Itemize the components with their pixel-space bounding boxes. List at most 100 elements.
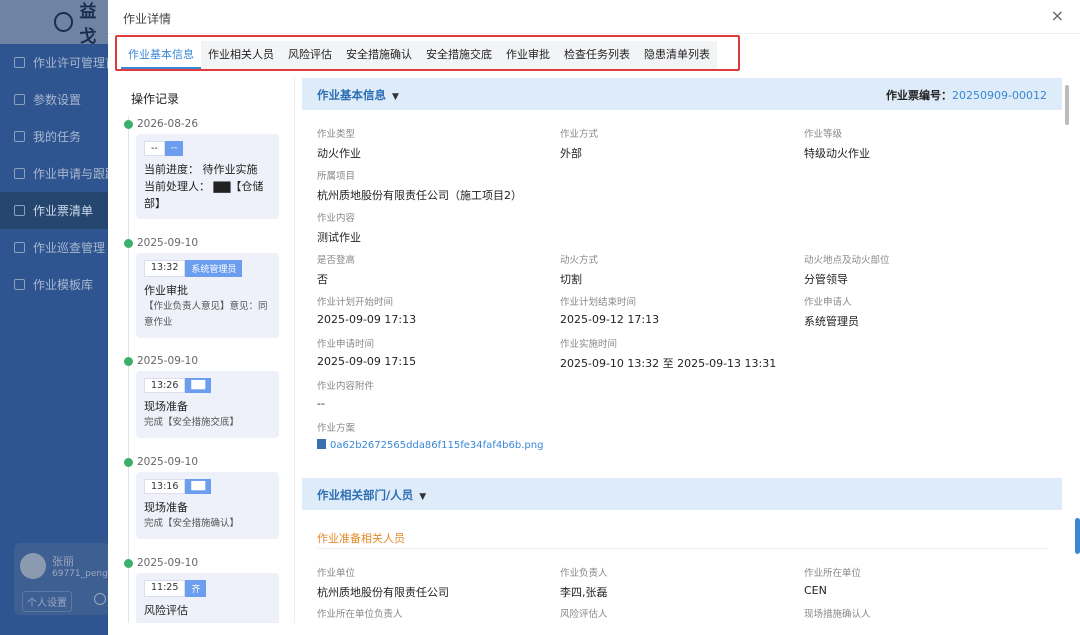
log-time: 13:16 [144, 479, 186, 494]
caret-down-icon[interactable]: ▼ [392, 92, 399, 102]
gear-icon[interactable] [94, 593, 106, 605]
caret-down-icon[interactable]: ▼ [419, 492, 426, 502]
field-unit: 作业单位 杭州质地股份有限责任公司 [317, 568, 449, 599]
warning-icon [14, 57, 25, 68]
log-card: 13:16 ▇▇ 现场准备 完成【安全措施确认】 [136, 472, 279, 539]
log-action: 现场准备 [144, 501, 188, 514]
timeline-dot [124, 239, 133, 248]
logo-icon [54, 12, 74, 32]
field-job-type: 作业类型 动火作业 [317, 129, 361, 160]
personal-settings-button[interactable]: 个人设置 [22, 591, 72, 612]
timeline-dot [124, 559, 133, 568]
log-time: 13:26 [144, 378, 186, 393]
timeline-dot [124, 120, 133, 129]
log-operator-tag: -- [164, 141, 184, 156]
log-operator-tag: 齐 [185, 580, 207, 597]
ticket-number: 作业票编号：20250909-00012 [886, 89, 1047, 102]
job-detail-modal: 作业详情 × 作业基本信息 作业相关人员 风险评估 安全措施确认 安全措施交底 … [108, 0, 1080, 635]
log-action: 现场准备 [144, 400, 188, 413]
tab-safety-confirm[interactable]: 安全措施确认 [339, 41, 419, 69]
list-icon [14, 131, 25, 142]
side-handle[interactable] [1075, 518, 1080, 554]
sidebar-item-ticket-list[interactable]: 作业票清单 [0, 192, 110, 229]
field-plan-end: 作业计划结束时间 2025-09-12 17:13 [560, 297, 660, 326]
log-date: 2025-09-10 [137, 355, 199, 367]
field-risk-assessor: 风险评估人 [560, 609, 608, 620]
section-title: 作业相关部门/人员 [317, 488, 414, 502]
user-name: 张丽 [52, 555, 74, 568]
related-section-header[interactable]: 作业相关部门/人员 ▼ [302, 478, 1062, 510]
field-apply-time: 作业申请时间 2025-09-09 17:15 [317, 339, 417, 368]
log-time: 11:25 [144, 580, 186, 597]
timeline-dot [124, 357, 133, 366]
field-project: 所属项目 杭州质地股份有限责任公司（施工项目2） [317, 171, 522, 202]
log-time: 13:32 [144, 260, 186, 277]
log-card: 11:25 齐 风险评估 [136, 573, 279, 623]
tab-hazard-list[interactable]: 隐患清单列表 [637, 41, 717, 69]
plan-file-link[interactable]: 0a62b2672565dda86f115fe34faf4b6b.png [317, 439, 543, 451]
log-detail: 【作业负责人意见】意见：同意作业 [144, 301, 268, 328]
field-fire-method: 动火方式 切割 [560, 255, 599, 286]
sidebar-item-my-tasks[interactable]: 我的任务 [0, 118, 110, 155]
log-operator-tag: ▇▇ [185, 479, 212, 494]
list-icon [14, 242, 25, 253]
sub-section-title: 作业准备相关人员 [317, 532, 405, 545]
field-plan-start: 作业计划开始时间 2025-09-09 17:13 [317, 297, 417, 326]
field-dept-head: 作业所在单位负责人 [317, 609, 403, 620]
field-exec-time: 作业实施时间 2025-09-10 13:32 至 2025-09-13 13:3… [560, 339, 777, 370]
log-handler: 当前处理人： ▇▇【仓储部】 [144, 180, 264, 210]
sidebar-nav: 作业许可管理首页 参数设置 我的任务 作业申请与跟踪 作业票清单 作业巡查管理 … [0, 44, 110, 303]
basic-info-section-header[interactable]: 作业基本信息 ▼ 作业票编号：20250909-00012 [302, 78, 1062, 110]
operation-log-panel: 操作记录 2026-08-26 -- -- 当前进度： 待作业实施 当前处理人： … [121, 78, 295, 623]
log-action: 风险评估 [144, 604, 188, 617]
section-title: 作业基本信息 [317, 88, 386, 102]
log-card: -- -- 当前进度： 待作业实施 当前处理人： ▇▇【仓储部】 [136, 134, 279, 219]
detail-panel: 作业基本信息 ▼ 作业票编号：20250909-00012 作业类型 动火作业 作业… [302, 78, 1062, 623]
log-date: 2025-09-10 [137, 557, 199, 569]
log-operator-tag: ▇▇ [185, 378, 212, 393]
log-card: 13:32 系统管理员 作业审批 【作业负责人意见】意见：同意作业 [136, 253, 279, 338]
log-progress: 当前进度： 待作业实施 [144, 163, 258, 176]
log-operator-tag: 系统管理员 [185, 260, 243, 277]
tab-related-persons[interactable]: 作业相关人员 [201, 41, 281, 69]
log-date: 2026-08-26 [137, 118, 199, 130]
modal-header: 作业详情 × [108, 0, 1080, 34]
tab-bar: 作业基本信息 作业相关人员 风险评估 安全措施确认 安全措施交底 作业审批 检查… [121, 41, 717, 69]
tab-approval[interactable]: 作业审批 [499, 41, 557, 69]
field-job-method: 作业方式 外部 [560, 129, 599, 160]
timeline-line [128, 116, 129, 623]
list-icon [14, 168, 25, 179]
list-icon [14, 279, 25, 290]
tab-basic-info[interactable]: 作业基本信息 [121, 41, 201, 69]
log-action: 作业审批 [144, 284, 188, 297]
field-height: 是否登高否 [317, 255, 356, 286]
log-date: 2025-09-10 [137, 237, 199, 249]
field-attachment: 作业内容附件 -- [317, 381, 375, 410]
list-icon [14, 94, 25, 105]
file-icon [317, 439, 326, 449]
sidebar-item-templates[interactable]: 作业模板库 [0, 266, 110, 303]
divider [317, 548, 1047, 549]
tab-inspection-tasks[interactable]: 检查任务列表 [557, 41, 637, 69]
list-icon [14, 205, 25, 216]
user-panel: 张丽 69771_pengi 个人设置 [14, 543, 110, 615]
timeline-dot [124, 458, 133, 467]
sidebar: 益戈 作业许可管理首页 参数设置 我的任务 作业申请与跟踪 作业票清单 作业巡查… [0, 0, 112, 635]
sidebar-item-params[interactable]: 参数设置 [0, 81, 110, 118]
field-dept: 作业所在单位 CEN [804, 568, 862, 597]
sidebar-item-permit-home[interactable]: 作业许可管理首页 [0, 44, 110, 81]
field-content: 作业内容 测试作业 [317, 213, 361, 244]
tab-risk-assessment[interactable]: 风险评估 [281, 41, 339, 69]
avatar[interactable] [20, 553, 46, 579]
log-card: 13:26 ▇▇ 现场准备 完成【安全措施交底】 [136, 371, 279, 438]
log-detail: 完成【安全措施确认】 [144, 518, 240, 529]
field-job-level: 作业等级 特级动火作业 [804, 129, 870, 160]
field-applicant: 作业申请人 系统管理员 [804, 297, 859, 328]
sidebar-item-apply-track[interactable]: 作业申请与跟踪 [0, 155, 110, 192]
app-logo: 益戈 [52, 2, 112, 47]
scrollbar[interactable] [1065, 85, 1069, 125]
sidebar-item-patrol[interactable]: 作业巡查管理 [0, 229, 110, 266]
close-icon[interactable]: × [1051, 6, 1064, 25]
modal-title: 作业详情 [123, 12, 172, 26]
tab-safety-briefing[interactable]: 安全措施交底 [419, 41, 499, 69]
